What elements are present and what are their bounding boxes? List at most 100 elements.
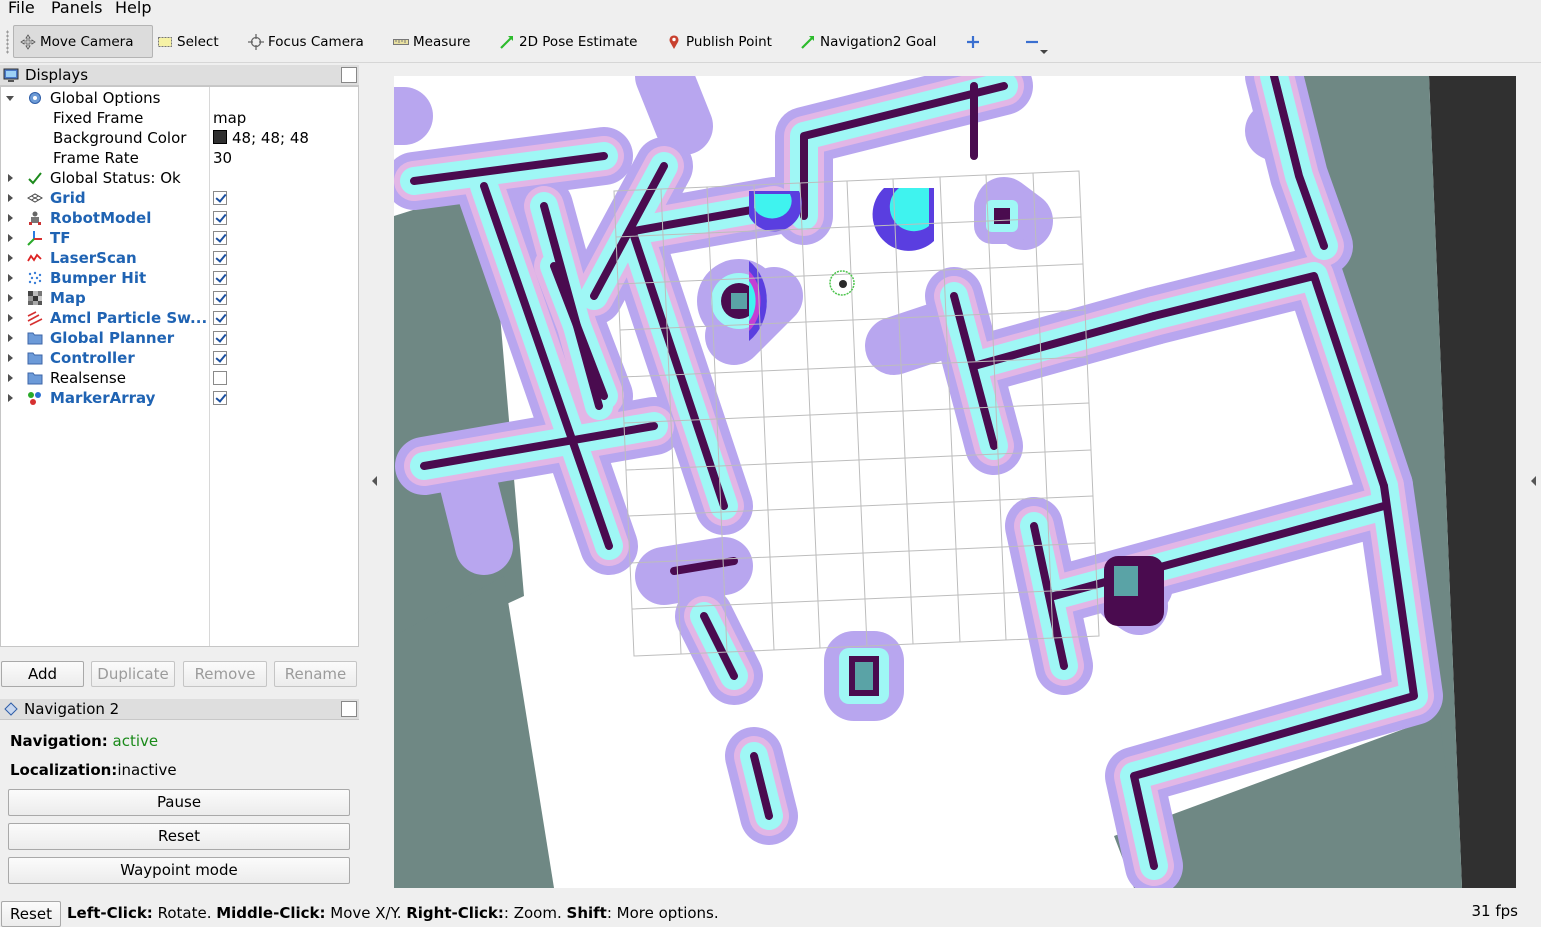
tree-row-bumper-hit[interactable]: Bumper Hit xyxy=(1,268,358,288)
rename-display-button[interactable]: Rename xyxy=(274,661,357,687)
laserscan-checkbox[interactable] xyxy=(213,251,227,265)
collapse-right-panel-icon[interactable] xyxy=(1531,476,1536,486)
grid-label: Grid xyxy=(50,189,86,207)
tool-2d-pose-estimate-label: 2D Pose Estimate xyxy=(519,33,638,50)
expand-arrow-icon[interactable] xyxy=(8,274,13,282)
background-color-label: Background Color xyxy=(53,129,187,147)
expand-arrow-icon[interactable] xyxy=(8,234,13,242)
fixed-frame-value[interactable]: map xyxy=(213,108,246,128)
tool-navigation2-goal[interactable]: Navigation2 Goal xyxy=(800,25,936,58)
laserscan-icon xyxy=(27,250,43,266)
tool-measure[interactable]: Measure xyxy=(393,25,470,58)
tree-row-robotmodel[interactable]: RobotModel xyxy=(1,208,358,228)
render-viewport[interactable] xyxy=(394,76,1516,888)
nav2-diamond-icon xyxy=(4,702,18,716)
navigation-float-button[interactable] xyxy=(341,701,357,717)
toolbar: Move Camera Select Focus Camera Measure … xyxy=(0,22,1541,63)
markerarray-checkbox[interactable] xyxy=(213,391,227,405)
tree-row-map[interactable]: Map xyxy=(1,288,358,308)
folder-icon xyxy=(27,350,43,366)
status-hint: Left-Click: Rotate. Middle-Click: Move X… xyxy=(67,904,719,922)
frame-rate-value[interactable]: 30 xyxy=(213,148,232,168)
waypoint-mode-button[interactable]: Waypoint mode xyxy=(8,857,350,884)
tool-publish-point[interactable]: Publish Point xyxy=(666,25,772,58)
expand-arrow-icon[interactable] xyxy=(8,294,13,302)
expand-arrow-icon[interactable] xyxy=(8,374,13,382)
background-color-value[interactable]: 48; 48; 48 xyxy=(213,128,309,148)
tool-2d-pose-estimate[interactable]: 2D Pose Estimate xyxy=(499,25,637,58)
displays-title: Displays xyxy=(25,66,89,84)
expand-arrow-icon[interactable] xyxy=(6,96,14,101)
menu-help[interactable]: Help xyxy=(115,0,151,17)
map-checkbox[interactable] xyxy=(213,291,227,305)
expand-arrow-icon[interactable] xyxy=(8,174,13,182)
view-reset-button[interactable]: Reset xyxy=(1,901,61,927)
tree-row-laserscan[interactable]: LaserScan xyxy=(1,248,358,268)
tf-checkbox[interactable] xyxy=(213,231,227,245)
tool-focus-camera[interactable]: Focus Camera xyxy=(248,25,364,58)
expand-arrow-icon[interactable] xyxy=(8,354,13,362)
fixed-frame-label: Fixed Frame xyxy=(53,109,144,127)
remove-tool-button[interactable] xyxy=(1024,25,1040,58)
add-tool-button[interactable] xyxy=(965,25,981,58)
expand-arrow-icon[interactable] xyxy=(8,334,13,342)
grid-checkbox[interactable] xyxy=(213,191,227,205)
map-label: Map xyxy=(50,289,86,307)
tree-row-global-planner[interactable]: Global Planner xyxy=(1,328,358,348)
tool-move-camera-label: Move Camera xyxy=(40,33,134,50)
controller-checkbox[interactable] xyxy=(213,351,227,365)
tree-row-controller[interactable]: Controller xyxy=(1,348,358,368)
tree-row-grid[interactable]: Grid xyxy=(1,188,358,208)
color-swatch[interactable] xyxy=(213,130,227,144)
add-display-button[interactable]: Add xyxy=(1,661,84,687)
duplicate-display-button[interactable]: Duplicate xyxy=(91,661,175,687)
select-icon xyxy=(158,36,172,47)
costmap-scene[interactable] xyxy=(394,76,1516,888)
nav-reset-button[interactable]: Reset xyxy=(8,823,350,850)
expand-arrow-icon[interactable] xyxy=(8,194,13,202)
tree-row-amcl-particle-swarm[interactable]: Amcl Particle Sw... xyxy=(1,308,358,328)
tree-row-tf[interactable]: TF xyxy=(1,228,358,248)
tree-row-background-color[interactable]: Background Color 48; 48; 48 xyxy=(1,128,358,148)
expand-arrow-icon[interactable] xyxy=(8,394,13,402)
global-status-label: Global Status: Ok xyxy=(50,169,181,187)
tree-row-frame-rate[interactable]: Frame Rate 30 xyxy=(1,148,358,168)
menu-panels[interactable]: Panels xyxy=(51,0,103,17)
navigation-title: Navigation 2 xyxy=(24,700,120,718)
tool-move-camera[interactable]: Move Camera xyxy=(13,25,153,58)
checkmark-icon xyxy=(27,170,43,186)
focus-camera-icon xyxy=(248,33,264,50)
hint-shift-desc: : More options. xyxy=(606,904,719,922)
pose-estimate-icon xyxy=(500,35,513,49)
bumper-hit-checkbox[interactable] xyxy=(213,271,227,285)
amcl-particle-swarm-checkbox[interactable] xyxy=(213,311,227,325)
robot-icon xyxy=(27,210,43,226)
tree-row-fixed-frame[interactable]: Fixed Frame map xyxy=(1,108,358,128)
realsense-checkbox[interactable] xyxy=(213,371,227,385)
collapse-left-panel-icon[interactable] xyxy=(372,476,377,486)
tree-row-global-options[interactable]: Global Options xyxy=(1,88,358,108)
robotmodel-checkbox[interactable] xyxy=(213,211,227,225)
menu-file[interactable]: File xyxy=(8,0,35,17)
remove-display-button[interactable]: Remove xyxy=(183,661,267,687)
hint-middle-click: Middle-Click: xyxy=(216,904,326,922)
tool-select[interactable]: Select xyxy=(157,25,219,58)
controller-label: Controller xyxy=(50,349,135,367)
tree-row-global-status[interactable]: Global Status: Ok xyxy=(1,168,358,188)
nav-goal-icon xyxy=(801,35,814,49)
localization-status-label: Localization: xyxy=(10,761,118,779)
pause-button[interactable]: Pause xyxy=(8,789,350,816)
expand-arrow-icon[interactable] xyxy=(8,214,13,222)
global-planner-label: Global Planner xyxy=(50,329,175,347)
displays-float-button[interactable] xyxy=(341,67,357,83)
minus-icon xyxy=(1026,40,1038,43)
toolbar-grip[interactable] xyxy=(6,30,9,54)
hint-right-click: Right-Click: xyxy=(406,904,504,922)
chevron-down-icon[interactable] xyxy=(1040,50,1048,54)
expand-arrow-icon[interactable] xyxy=(8,254,13,262)
global-planner-checkbox[interactable] xyxy=(213,331,227,345)
tree-row-markerarray[interactable]: MarkerArray xyxy=(1,388,358,408)
expand-arrow-icon[interactable] xyxy=(8,314,13,322)
tree-row-realsense[interactable]: Realsense xyxy=(1,368,358,388)
tool-navigation2-goal-label: Navigation2 Goal xyxy=(820,33,937,50)
